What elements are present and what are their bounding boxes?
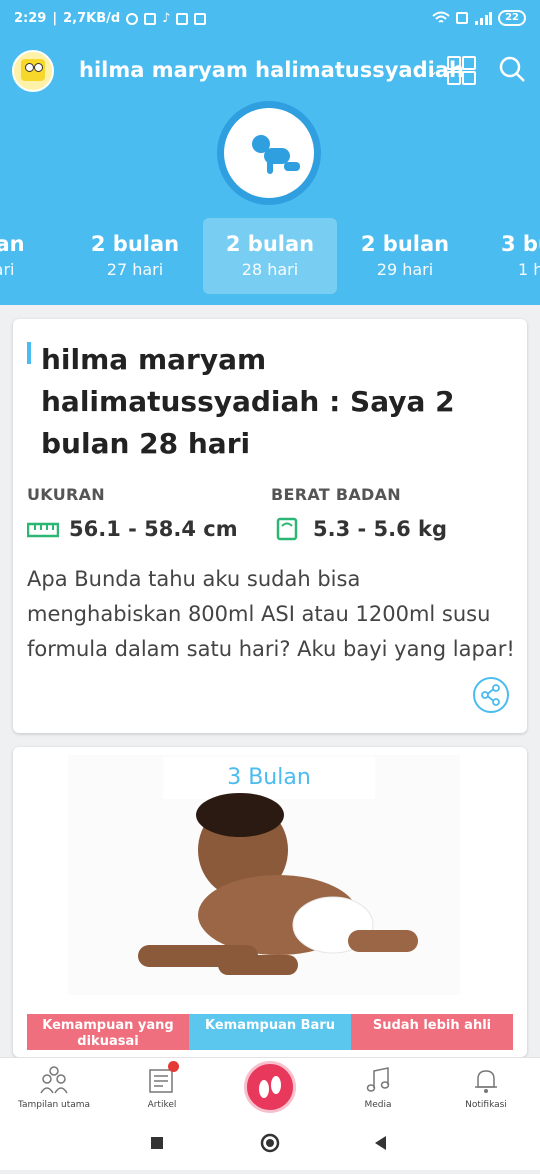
share-icon (481, 684, 500, 706)
status-speed: 2,7KB/d (63, 11, 121, 26)
scale-icon (276, 517, 298, 541)
bell-icon (475, 1070, 497, 1093)
crawling-baby-icon (252, 135, 300, 174)
signal-icon (475, 12, 493, 25)
trash-icon (194, 12, 207, 25)
description-text: Apa Bunda tahu aku sudah bisa menghabisk… (27, 567, 515, 661)
footprint-button[interactable] (244, 1061, 296, 1113)
pill-mastered[interactable]: Kemampuan yang dikuasai (27, 1014, 189, 1050)
system-navigation-bar (0, 1118, 540, 1170)
grid-menu-icon[interactable] (447, 56, 476, 85)
upload-icon (144, 12, 157, 25)
gift-icon (176, 12, 189, 25)
milestone-tabs: Kemampuan yang dikuasai Kemampuan Baru S… (27, 1014, 513, 1050)
month-tab[interactable]: 2 bulan 27 hari (68, 218, 202, 294)
nav-article[interactable]: Artikel (108, 1058, 216, 1119)
month-tab-selected[interactable]: 2 bulan 28 hari (203, 218, 337, 294)
nav-notification[interactable]: Notifikasi (432, 1058, 540, 1119)
ruler-icon (27, 522, 59, 538)
footprint-icon (259, 1076, 281, 1098)
nav-home[interactable]: Tampilan utama (0, 1058, 108, 1119)
baby-info-card: hilma maryam halimatussyadiah : Saya 2 b… (13, 319, 527, 733)
title-accent-bar (27, 342, 31, 364)
baby-photo: 3 Bulan (68, 755, 460, 995)
volte-icon (456, 12, 469, 24)
nav-media[interactable]: Media (324, 1058, 432, 1119)
month-tab[interactable]: 3 bu 1 h (474, 218, 540, 294)
avatar[interactable] (12, 50, 54, 92)
app-bar: hilma maryam halimatussyadiah ⌄ (0, 42, 540, 100)
music-icon (366, 1067, 390, 1092)
month-selector: ulan hari 2 bulan 27 hari 2 bulan 28 har… (0, 218, 540, 294)
size-value: 56.1 - 58.4 cm (69, 517, 238, 541)
weight-label: BERAT BADAN (271, 485, 402, 504)
pill-new-skill[interactable]: Kemampuan Baru (189, 1014, 351, 1050)
weight-value: 5.3 - 5.6 kg (313, 517, 448, 541)
profile-name-selector[interactable]: hilma maryam halimatussyadiah (79, 58, 464, 82)
status-bar: 2:29 | 2,7KB/d ♪ 22 (0, 0, 540, 38)
wifi-icon (432, 11, 450, 23)
card-title: hilma maryam halimatussyadiah : Saya 2 b… (41, 343, 455, 460)
battery-icon: 22 (498, 10, 526, 26)
size-label: UKURAN (27, 485, 105, 504)
pill-better[interactable]: Sudah lebih ahli (351, 1014, 513, 1050)
recents-button[interactable] (151, 1137, 163, 1149)
family-icon (40, 1066, 68, 1094)
status-time: 2:29 (14, 11, 47, 26)
milestone-card[interactable]: 3 Bulan Kemampuan yang dikuasai Kemampua… (13, 747, 527, 1057)
chevron-down-icon[interactable]: ⌄ (428, 64, 438, 78)
baby-illustration (138, 793, 418, 975)
back-button[interactable] (375, 1136, 386, 1150)
baby-stage-badge (217, 101, 321, 205)
notification-dot (168, 1061, 179, 1072)
tiktok-icon: ♪ (162, 11, 171, 26)
share-button[interactable] (473, 677, 509, 713)
alarm-icon (126, 12, 139, 25)
month-tab[interactable]: 2 bulan 29 hari (338, 218, 472, 294)
month-tab[interactable]: ulan hari (0, 218, 66, 294)
search-icon[interactable] (499, 56, 525, 82)
